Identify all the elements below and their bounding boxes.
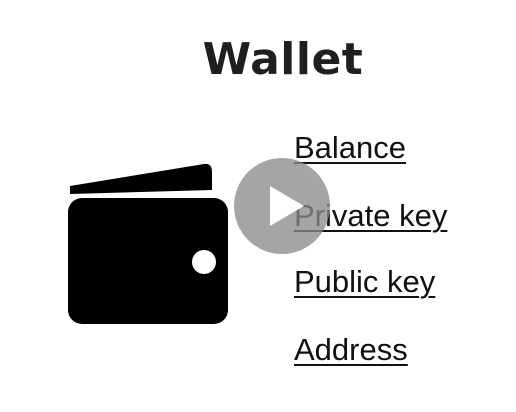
page-title: Wallet [202,34,364,85]
play-button[interactable] [234,158,330,254]
wallet-icon [66,160,230,326]
link-public-key[interactable]: Public key [294,264,435,300]
play-icon [270,186,304,226]
slide-canvas: Wallet Balance Private key Public key Ad… [0,0,516,412]
link-address[interactable]: Address [294,332,408,368]
